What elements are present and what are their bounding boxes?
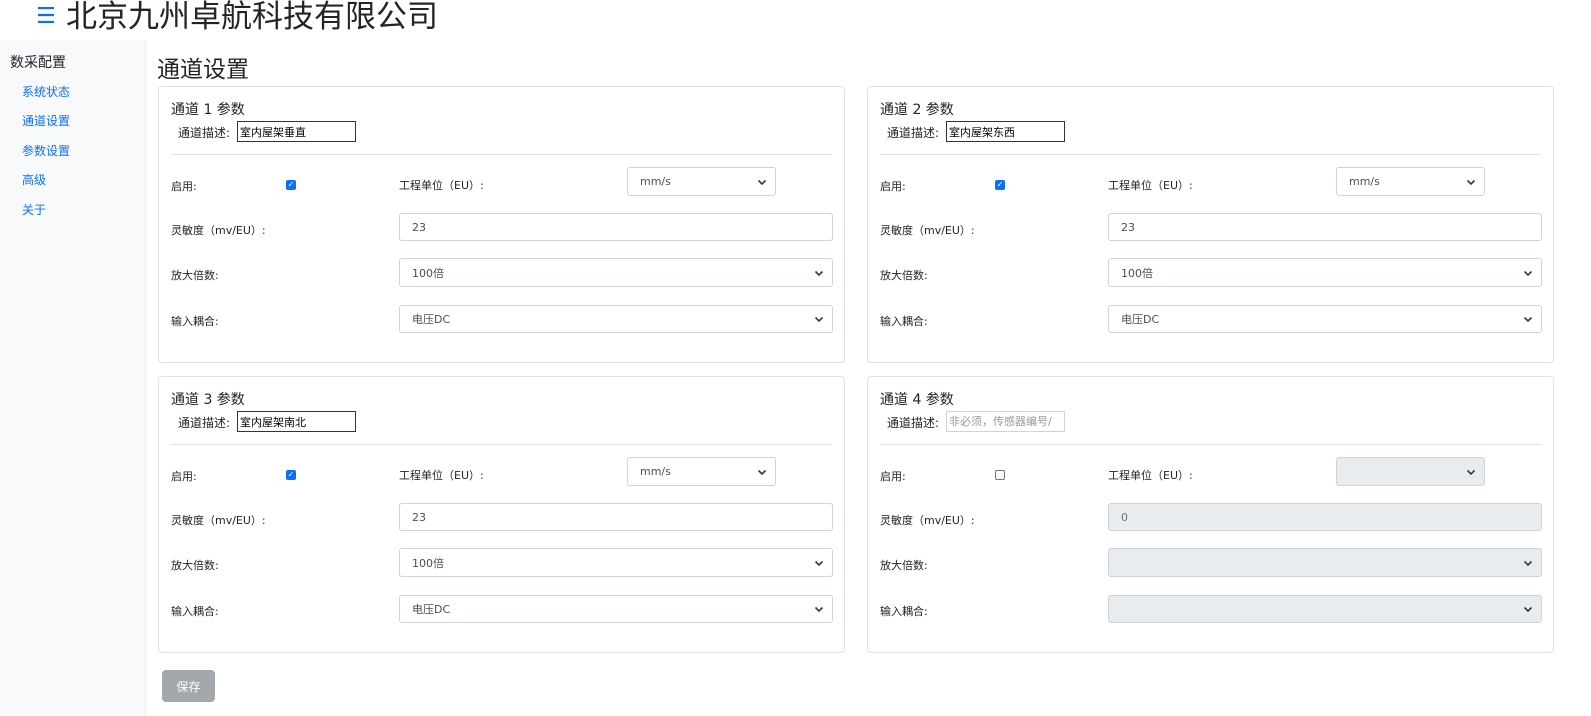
sidebar-item-advanced[interactable]: 高级 bbox=[22, 171, 46, 188]
sensitivity-label: 灵敏度（mv/EU）: bbox=[171, 514, 266, 527]
coupling-select[interactable]: 电压DC bbox=[399, 305, 833, 333]
enable-label: 启用: bbox=[171, 470, 197, 483]
channel-panel-3: 通道 3 参数 通道描述: 启用: ✓ 工程单位（EU）: mm/s 灵敏度（m… bbox=[158, 376, 845, 653]
hamburger-icon[interactable]: ☰ bbox=[36, 4, 56, 30]
eu-label: 工程单位（EU）: bbox=[1108, 469, 1193, 482]
enable-label: 启用: bbox=[171, 180, 197, 193]
amplification-label: 放大倍数: bbox=[880, 269, 928, 282]
sensitivity-label: 灵敏度（mv/EU）: bbox=[880, 224, 975, 237]
coupling-select[interactable]: 电压DC bbox=[399, 595, 833, 623]
enable-label: 启用: bbox=[880, 180, 906, 193]
divider bbox=[171, 444, 832, 445]
enable-checkbox[interactable]: ✓ bbox=[286, 470, 296, 480]
channel-title: 通道 2 参数 bbox=[880, 102, 954, 118]
save-button[interactable]: 保存 bbox=[162, 670, 215, 702]
sensitivity-input[interactable]: 0 bbox=[1108, 503, 1542, 531]
unit-select[interactable]: mm/s bbox=[627, 167, 776, 196]
amplification-select[interactable]: 100倍 bbox=[399, 258, 833, 287]
eu-label: 工程单位（EU）: bbox=[1108, 179, 1193, 192]
desc-label: 通道描述: bbox=[887, 416, 940, 430]
unit-select[interactable]: mm/s bbox=[1336, 167, 1485, 196]
sensitivity-label: 灵敏度（mv/EU）: bbox=[880, 514, 975, 527]
check-icon: ✓ bbox=[287, 180, 295, 189]
coupling-label: 输入耦合: bbox=[880, 605, 928, 618]
desc-label: 通道描述: bbox=[887, 126, 940, 140]
sidebar-item-channel-settings[interactable]: 通道设置 bbox=[22, 112, 70, 129]
sidebar-item-parameter-settings[interactable]: 参数设置 bbox=[22, 142, 70, 159]
divider bbox=[880, 444, 1541, 445]
unit-value: mm/s bbox=[640, 465, 671, 478]
channel-title: 通道 3 参数 bbox=[171, 392, 245, 408]
coupling-value: 电压DC bbox=[412, 313, 451, 326]
sensitivity-input[interactable]: 23 bbox=[399, 503, 833, 531]
sensitivity-value: 23 bbox=[412, 510, 426, 524]
sensitivity-input[interactable]: 23 bbox=[1108, 213, 1542, 241]
amplification-select[interactable]: 100倍 bbox=[399, 548, 833, 577]
amplification-select[interactable] bbox=[1108, 548, 1542, 577]
sidebar-item-about[interactable]: 关于 bbox=[22, 201, 46, 218]
channel-desc-input[interactable] bbox=[946, 121, 1065, 142]
page-title: 通道设置 bbox=[157, 57, 249, 83]
coupling-label: 输入耦合: bbox=[171, 315, 219, 328]
desc-label: 通道描述: bbox=[178, 126, 231, 140]
amplification-value: 100倍 bbox=[412, 556, 444, 570]
channel-desc-input[interactable] bbox=[237, 121, 356, 142]
coupling-select[interactable]: 电压DC bbox=[1108, 305, 1542, 333]
unit-select[interactable] bbox=[1336, 457, 1485, 486]
top-bar: ☰ 北京九州卓航科技有限公司 bbox=[0, 0, 1591, 40]
enable-checkbox[interactable] bbox=[995, 470, 1005, 480]
coupling-select[interactable] bbox=[1108, 595, 1542, 623]
amplification-label: 放大倍数: bbox=[880, 559, 928, 572]
company-name: 北京九州卓航科技有限公司 bbox=[66, 0, 438, 35]
channel-panel-1: 通道 1 参数 通道描述: 启用: ✓ 工程单位（EU）: mm/s 灵敏度（m… bbox=[158, 86, 845, 363]
coupling-label: 输入耦合: bbox=[880, 315, 928, 328]
eu-label: 工程单位（EU）: bbox=[399, 179, 484, 192]
sensitivity-value: 23 bbox=[1121, 220, 1135, 234]
divider bbox=[880, 154, 1541, 155]
amplification-select[interactable]: 100倍 bbox=[1108, 258, 1542, 287]
channel-desc-input[interactable] bbox=[946, 411, 1065, 432]
unit-value: mm/s bbox=[1349, 175, 1380, 188]
coupling-label: 输入耦合: bbox=[171, 605, 219, 618]
coupling-value: 电压DC bbox=[412, 603, 451, 616]
sensitivity-value: 0 bbox=[1121, 510, 1128, 524]
sidebar-item-system-status[interactable]: 系统状态 bbox=[22, 83, 70, 100]
enable-checkbox[interactable]: ✓ bbox=[995, 180, 1005, 190]
sidebar-title: 数采配置 bbox=[10, 55, 66, 71]
amplification-value: 100倍 bbox=[412, 266, 444, 280]
divider bbox=[171, 154, 832, 155]
enable-checkbox[interactable]: ✓ bbox=[286, 180, 296, 190]
unit-select[interactable]: mm/s bbox=[627, 457, 776, 486]
check-icon: ✓ bbox=[287, 470, 295, 479]
sidebar: 数采配置 系统状态 通道设置 参数设置 高级 关于 bbox=[0, 40, 146, 716]
channel-title: 通道 1 参数 bbox=[171, 102, 245, 118]
eu-label: 工程单位（EU）: bbox=[399, 469, 484, 482]
channel-desc-input[interactable] bbox=[237, 411, 356, 432]
sensitivity-value: 23 bbox=[412, 220, 426, 234]
channel-title: 通道 4 参数 bbox=[880, 392, 954, 408]
amplification-value: 100倍 bbox=[1121, 266, 1153, 280]
unit-value: mm/s bbox=[640, 175, 671, 188]
amplification-label: 放大倍数: bbox=[171, 269, 219, 282]
desc-label: 通道描述: bbox=[178, 416, 231, 430]
enable-label: 启用: bbox=[880, 470, 906, 483]
amplification-label: 放大倍数: bbox=[171, 559, 219, 572]
channel-panel-2: 通道 2 参数 通道描述: 启用: ✓ 工程单位（EU）: mm/s 灵敏度（m… bbox=[867, 86, 1554, 363]
sensitivity-input[interactable]: 23 bbox=[399, 213, 833, 241]
sensitivity-label: 灵敏度（mv/EU）: bbox=[171, 224, 266, 237]
coupling-value: 电压DC bbox=[1121, 313, 1160, 326]
check-icon: ✓ bbox=[996, 180, 1004, 189]
channel-panel-4: 通道 4 参数 通道描述: 启用: 工程单位（EU）: 灵敏度（mv/EU）: … bbox=[867, 376, 1554, 653]
